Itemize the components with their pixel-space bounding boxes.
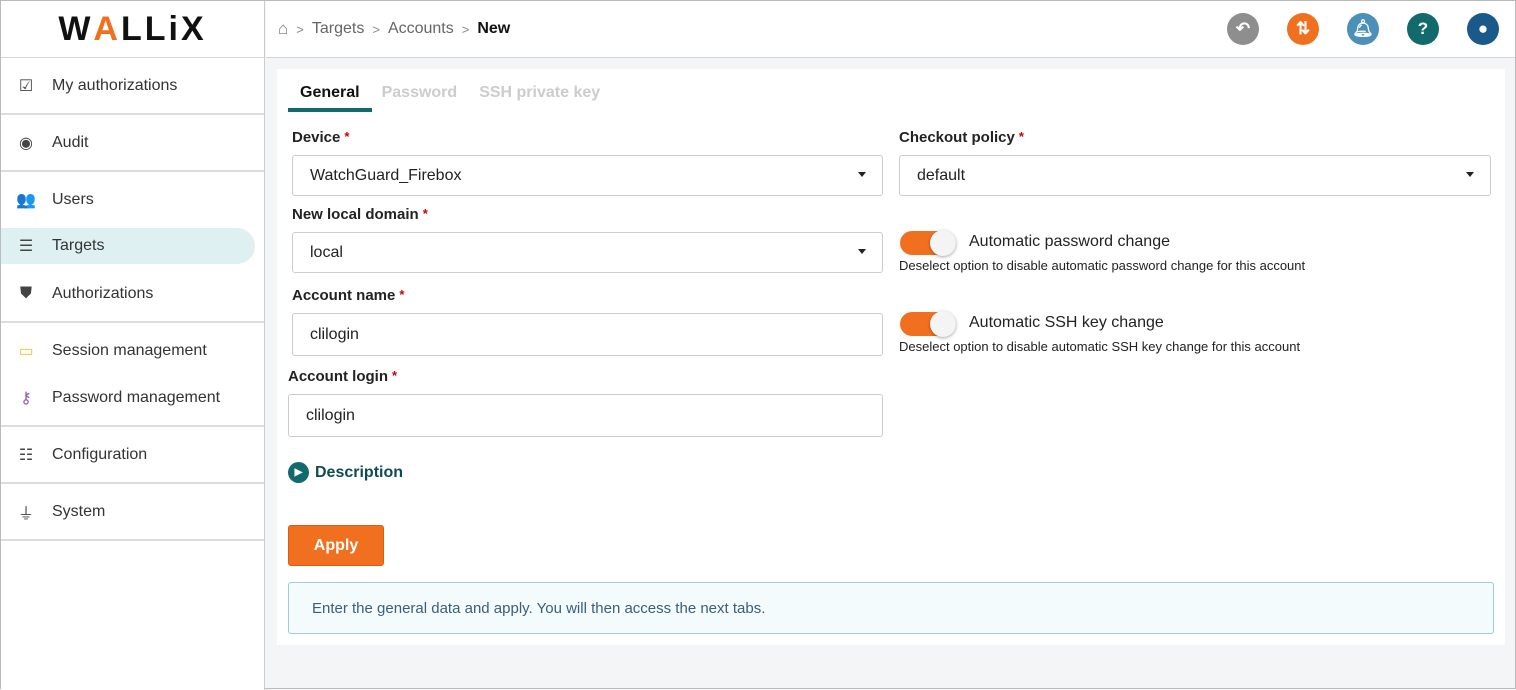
description-expander[interactable]: ▶ Description [288, 462, 403, 483]
chevron-down-icon [858, 249, 866, 254]
tab-general[interactable]: General [288, 81, 372, 112]
plug-icon: ⏚ [15, 500, 37, 524]
account-login-label: Account login* [288, 368, 397, 385]
breadcrumb-current: New [477, 20, 510, 38]
sidebar-item-label: Targets [52, 237, 104, 255]
home-icon[interactable]: ⌂ [278, 19, 288, 39]
users-icon: 👥 [15, 190, 37, 210]
auto-ssh-key-change-toggle[interactable] [900, 312, 956, 336]
sidebar-item-label: Password management [52, 389, 220, 407]
tab-password[interactable]: Password [370, 81, 470, 112]
sidebar: WALLiX ☑My authorizations ◉Audit 👥Users … [1, 1, 265, 690]
breadcrumb-separator: > [296, 22, 304, 37]
server-list-icon: ☰ [15, 236, 37, 256]
tab-bar: General Password SSH private key [288, 81, 610, 112]
account-login-input[interactable]: clilogin [288, 394, 883, 437]
device-label: Device* [292, 129, 349, 146]
auto-password-change-label: Automatic password change [969, 233, 1170, 251]
apply-button[interactable]: Apply [288, 525, 384, 566]
sidebar-item-label: Session management [52, 342, 207, 360]
sidebar-item-targets[interactable]: ☰ Targets [1, 228, 255, 264]
sidebar-item-label: Audit [52, 134, 88, 152]
auto-password-change-toggle[interactable] [900, 231, 956, 255]
breadcrumb-separator: > [372, 22, 380, 37]
wallix-logo[interactable]: WALLiX [1, 1, 264, 58]
sidebar-item-label: Users [52, 191, 94, 209]
breadcrumb-accounts[interactable]: Accounts [388, 20, 454, 38]
sidebar-item-configuration[interactable]: ☷ Configuration [1, 431, 264, 478]
sidebar-item-my-authorizations[interactable]: ☑ My authorizations [1, 62, 264, 109]
sidebar-item-label: Authorizations [52, 285, 153, 303]
shield-check-icon: ⛊ [15, 285, 37, 303]
sidebar-item-label: System [52, 503, 105, 521]
breadcrumb-targets[interactable]: Targets [312, 20, 364, 38]
local-domain-select[interactable]: local [292, 232, 883, 273]
account-name-input[interactable]: clilogin [292, 313, 883, 356]
top-header: ⌂ > Targets > Accounts > New ↶ ⇅ 🔔︎ ? ● [266, 1, 1515, 58]
eye-icon: ◉ [15, 133, 37, 153]
clipboard-check-icon: ☑ [15, 76, 37, 96]
local-domain-label: New local domain* [292, 206, 428, 223]
sidebar-item-authorizations[interactable]: ⛊ Authorizations [1, 270, 264, 317]
checkout-policy-select[interactable]: default [899, 155, 1491, 196]
chevron-right-circle-icon: ▶ [288, 462, 309, 483]
breadcrumb-separator: > [462, 22, 470, 37]
device-select[interactable]: WatchGuard_Firebox [292, 155, 883, 196]
form-card: General Password SSH private key Device*… [277, 69, 1505, 645]
help-icon[interactable]: ? [1407, 13, 1439, 45]
breadcrumb: ⌂ > Targets > Accounts > New [278, 19, 510, 39]
info-message: Enter the general data and apply. You wi… [288, 582, 1494, 634]
undo-icon[interactable]: ↶ [1227, 13, 1259, 45]
chevron-down-icon [1466, 172, 1474, 177]
sidebar-item-session-management[interactable]: ▭ Session management [1, 327, 264, 374]
transfer-icon[interactable]: ⇅ [1287, 13, 1319, 45]
auto-ssh-key-change-hint: Deselect option to disable automatic SSH… [899, 339, 1300, 354]
sidebar-item-password-management[interactable]: ⚷ Password management [1, 374, 264, 421]
sidebar-item-audit[interactable]: ◉ Audit [1, 119, 264, 166]
monitor-icon: ▭ [15, 341, 37, 361]
key-icon: ⚷ [15, 388, 37, 408]
bell-icon[interactable]: 🔔︎ [1347, 13, 1379, 45]
auto-password-change-hint: Deselect option to disable automatic pas… [899, 258, 1305, 273]
auto-ssh-key-change-label: Automatic SSH key change [969, 314, 1164, 332]
checkout-policy-label: Checkout policy* [899, 129, 1024, 146]
description-label: Description [315, 464, 403, 482]
account-name-label: Account name* [292, 287, 404, 304]
sidebar-item-label: Configuration [52, 446, 147, 464]
sidebar-item-users[interactable]: 👥 Users [1, 176, 264, 223]
sliders-icon: ☷ [15, 445, 37, 465]
tab-ssh-private-key[interactable]: SSH private key [467, 81, 612, 112]
sidebar-item-system[interactable]: ⏚ System [1, 488, 264, 535]
chevron-down-icon [858, 172, 866, 177]
sidebar-item-label: My authorizations [52, 77, 177, 95]
user-icon[interactable]: ● [1467, 13, 1499, 45]
